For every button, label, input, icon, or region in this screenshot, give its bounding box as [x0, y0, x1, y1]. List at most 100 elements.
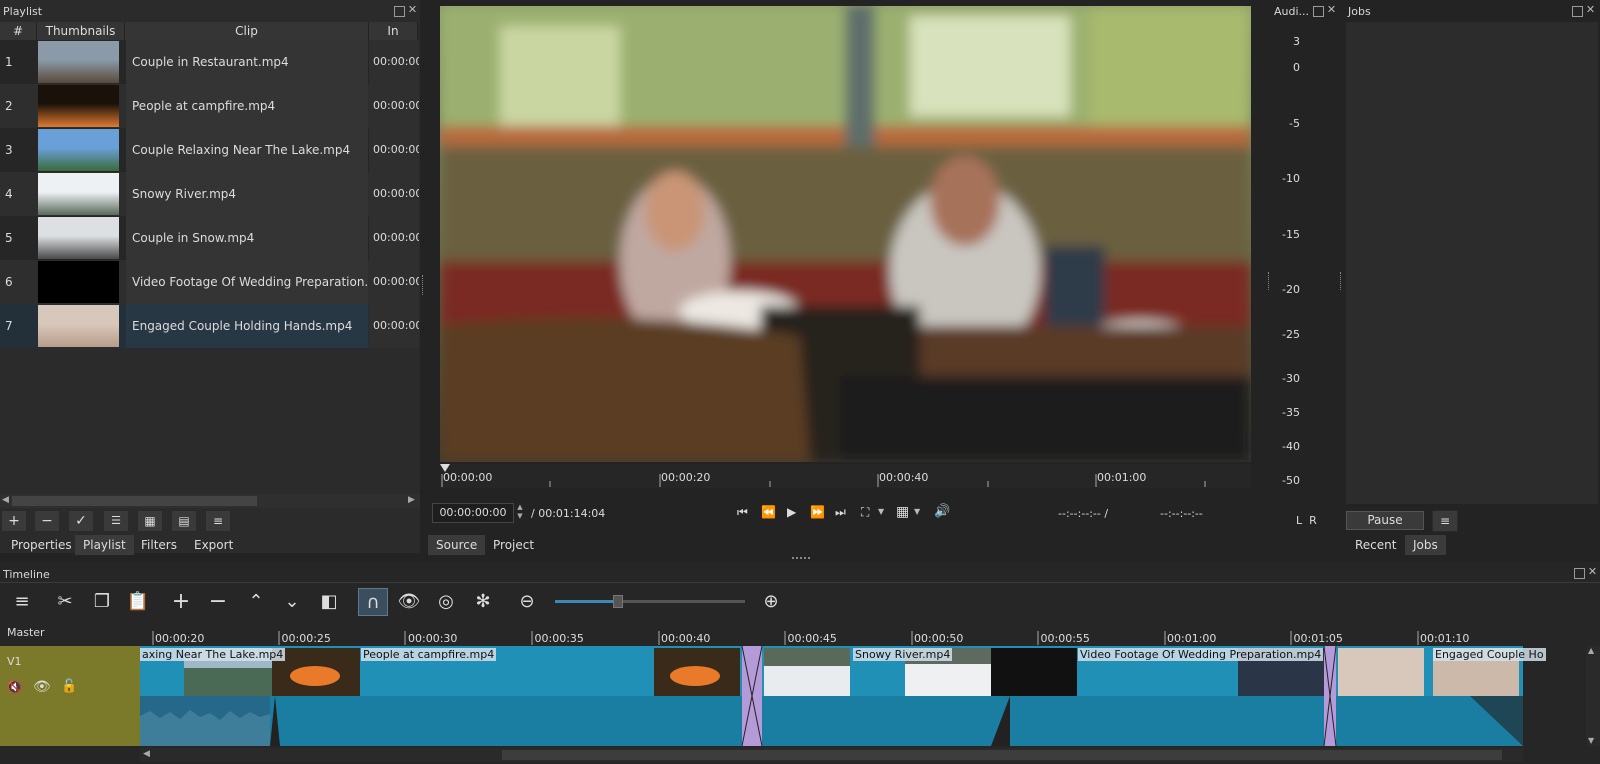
scroll-right-icon[interactable]: ▶	[408, 495, 415, 505]
splitter-handle[interactable]	[1340, 272, 1341, 290]
lock-icon[interactable]: 🔓	[61, 679, 77, 694]
audio-meter-title: Audi...	[1274, 5, 1310, 18]
playlist-row[interactable]: 7 Engaged Couple Holding Hands.mp4 00:00:0…	[0, 304, 419, 348]
tab-source[interactable]: Source	[428, 535, 486, 555]
video-viewer[interactable]	[440, 6, 1251, 462]
splitter-handle[interactable]	[422, 275, 425, 295]
list-view-icon[interactable]: ☰	[103, 510, 129, 532]
tab-export[interactable]: Export	[186, 535, 241, 555]
close-panel-icon[interactable]: ✕	[1585, 4, 1596, 16]
close-panel-icon[interactable]: ✕	[1587, 566, 1598, 578]
splitter-handle[interactable]	[792, 557, 810, 559]
menu-icon[interactable]: ≡	[205, 510, 231, 532]
pause-button[interactable]: Pause	[1346, 511, 1424, 530]
track-header-v1[interactable]: V1 🔇 👁 🔓	[0, 646, 140, 746]
scroll-down-icon[interactable]: ▼	[1588, 736, 1594, 745]
chevron-down-icon[interactable]: ▼	[914, 507, 920, 516]
overwrite-icon[interactable]: ⌄	[277, 588, 307, 616]
timeline-clip-label: People at campfire.mp4	[361, 648, 497, 661]
out-point-label: --:--:--:--	[1160, 507, 1203, 520]
playlist-scrollbar[interactable]: ◀ ▶	[0, 494, 420, 508]
scroll-up-icon[interactable]: ▲	[1588, 646, 1594, 655]
append-icon[interactable]: +	[166, 588, 196, 616]
playlist-row[interactable]: 1 Couple in Restaurant.mp400:00:00:0	[0, 40, 419, 84]
paste-icon[interactable]: 📋	[123, 588, 153, 616]
position-input[interactable]: 00:00:00:00	[432, 503, 514, 523]
menu-icon[interactable]: ≡	[1432, 510, 1458, 532]
playlist-row[interactable]: 5 Couple in Snow.mp400:00:00:0	[0, 216, 419, 260]
ruler-label: 00:01:00	[1097, 471, 1147, 484]
column-header-clip[interactable]: Clip	[125, 22, 369, 40]
meter-scale-label: 0	[1293, 61, 1300, 74]
track-v1[interactable]	[140, 645, 1523, 747]
play-icon[interactable]: ▶	[787, 505, 796, 519]
grid-view-icon[interactable]: ▦	[137, 510, 163, 532]
playlist-row[interactable]: 6 Video Footage Of Wedding Preparation.mp…	[0, 260, 419, 304]
tab-filters[interactable]: Filters	[133, 535, 185, 555]
zoom-slider-handle[interactable]	[613, 595, 623, 608]
tab-jobs[interactable]: Jobs	[1405, 535, 1446, 555]
track-label: V1	[7, 655, 22, 668]
scrollbar-thumb[interactable]	[502, 750, 1502, 760]
clip-name: Snowy River.mp4	[126, 172, 368, 216]
skip-end-icon[interactable]: ⏭	[835, 505, 846, 520]
menu-icon[interactable]: ≡	[7, 588, 37, 616]
clip-in-point: 00:00:00:0	[369, 216, 419, 260]
scrub-icon[interactable]: 👁	[394, 588, 424, 616]
chevron-down-icon[interactable]: ▼	[878, 507, 884, 516]
remove-icon[interactable]: −	[34, 510, 60, 532]
timeline-vscrollbar[interactable]: ▲ ▼	[1586, 646, 1600, 746]
zoom-in-icon[interactable]: ⊕	[756, 588, 786, 616]
zoom-out-icon[interactable]: ⊖	[512, 588, 542, 616]
add-icon[interactable]: +	[1, 510, 27, 532]
float-panel-icon[interactable]	[1572, 6, 1583, 17]
float-panel-icon[interactable]	[394, 6, 405, 17]
close-panel-icon[interactable]: ✕	[1326, 4, 1337, 16]
cut-icon[interactable]: ✂	[50, 588, 80, 616]
remove-icon[interactable]: −	[203, 588, 233, 616]
column-header-thumbnails[interactable]: Thumbnails	[37, 22, 125, 40]
eye-icon[interactable]: 👁	[33, 679, 51, 695]
lift-icon[interactable]: ⌃	[241, 588, 271, 616]
column-header-in[interactable]: In	[369, 22, 418, 40]
zoom-slider[interactable]	[555, 595, 745, 608]
ruler-label: 00:00:20	[661, 471, 711, 484]
viewer-ruler[interactable]: 00:00:00 00:00:20 00:00:40 00:01:00	[440, 464, 1251, 488]
zoom-icon[interactable]: ⛶	[861, 505, 869, 520]
tab-properties[interactable]: Properties	[3, 535, 80, 555]
checkmark-icon[interactable]: ✓	[68, 510, 94, 532]
float-panel-icon[interactable]	[1313, 6, 1324, 17]
column-header-num[interactable]: #	[0, 22, 37, 40]
ripple-all-icon[interactable]: ✻	[468, 588, 498, 616]
playlist-row[interactable]: 3 Couple Relaxing Near The Lake.mp4 00:00:…	[0, 128, 419, 172]
float-panel-icon[interactable]	[1574, 568, 1585, 579]
close-panel-icon[interactable]: ✕	[407, 4, 418, 16]
skip-start-icon[interactable]: ⏮	[737, 505, 748, 520]
volume-icon[interactable]: 🔊	[934, 504, 950, 519]
playlist-row[interactable]: 2 People at campfire.mp400:00:00:0	[0, 84, 419, 128]
jobs-list	[1346, 22, 1598, 504]
rewind-icon[interactable]: ⏪	[761, 505, 776, 519]
ripple-icon[interactable]: ◎	[431, 588, 461, 616]
playlist-row[interactable]: 4 Snowy River.mp400:00:00:0	[0, 172, 419, 216]
scroll-left-icon[interactable]: ◀	[143, 749, 150, 759]
grid-icon[interactable]: ▦	[896, 504, 909, 520]
tab-recent[interactable]: Recent	[1347, 535, 1404, 555]
mute-icon[interactable]: 🔇	[7, 680, 22, 694]
scrollbar-thumb[interactable]	[12, 496, 257, 506]
ruler-label: 00:00:40	[879, 471, 929, 484]
snap-icon[interactable]: ∩	[358, 588, 388, 616]
tab-project[interactable]: Project	[485, 535, 542, 555]
split-icon[interactable]: ◧	[314, 588, 344, 616]
timeline-hscrollbar[interactable]: ◀	[140, 748, 1523, 762]
clip-thumbnail	[38, 129, 119, 171]
details-view-icon[interactable]: ▤	[171, 510, 197, 532]
position-spinner[interactable]: ▲ ▼	[514, 503, 526, 523]
copy-icon[interactable]: ❐	[87, 588, 117, 616]
tab-playlist[interactable]: Playlist	[75, 535, 134, 555]
meter-scale-label: 3	[1293, 35, 1300, 48]
fast-forward-icon[interactable]: ⏩	[810, 505, 825, 519]
row-number: 3	[5, 143, 13, 157]
splitter-handle[interactable]	[1268, 272, 1269, 290]
scroll-left-icon[interactable]: ◀	[2, 495, 9, 505]
